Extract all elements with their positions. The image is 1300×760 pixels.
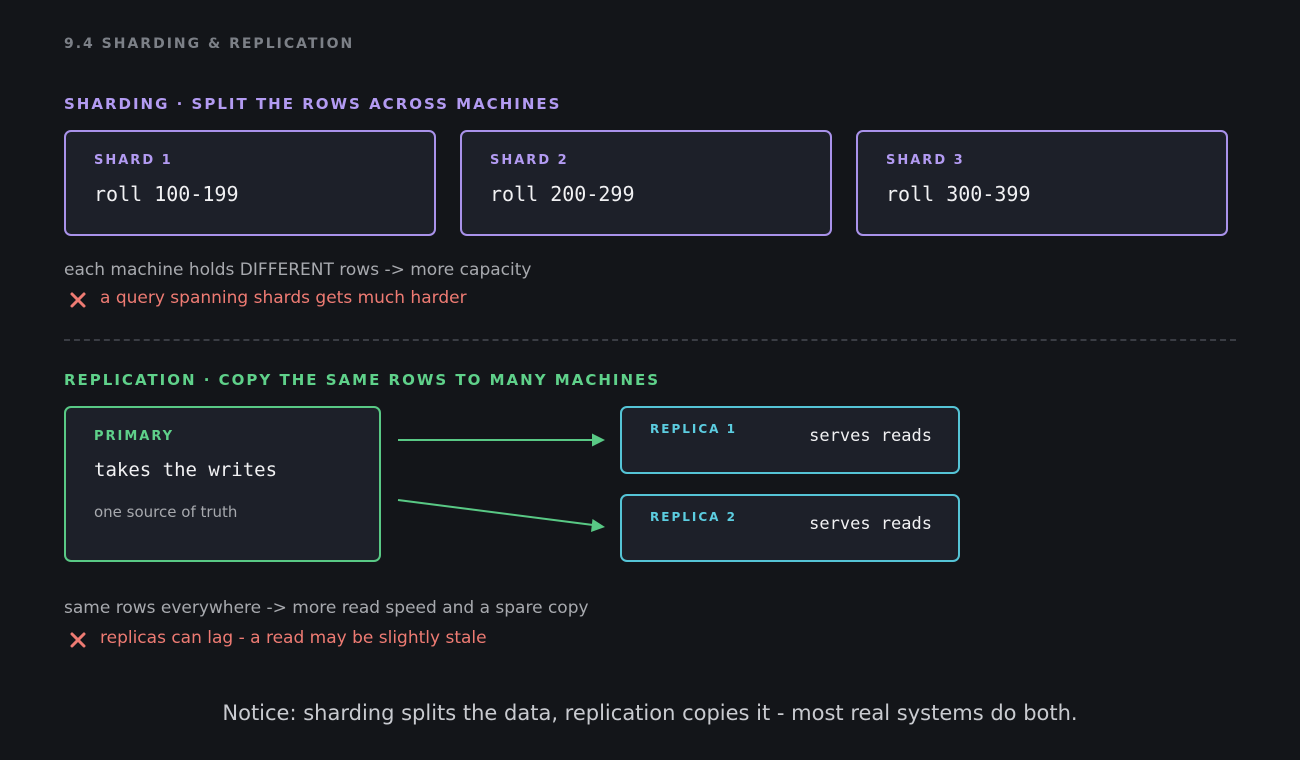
replica-1-title: REPLICA 1 — [650, 422, 737, 436]
sharding-benefit-note: each machine holds DIFFERENT rows -> mor… — [64, 260, 532, 280]
primary-title: PRIMARY — [94, 429, 175, 444]
shard-1-range: roll 100-199 — [94, 182, 239, 206]
footer-note: Notice: sharding splits the data, replic… — [222, 701, 1078, 725]
replication-drawback-text: replicas can lag - a read may be slightl… — [100, 628, 487, 648]
primary-subtitle: one source of truth — [94, 503, 238, 521]
primary-box: PRIMARY takes the writes one source of t… — [64, 406, 381, 562]
shard-3-range: roll 300-399 — [886, 182, 1031, 206]
shard-3-title: SHARD 3 — [886, 153, 965, 168]
page-section-label: 9.4 SHARDING & REPLICATION — [64, 36, 355, 52]
replica-1-box: REPLICA 1 serves reads — [620, 406, 960, 474]
sharding-heading: SHARDING · SPLIT THE ROWS ACROSS MACHINE… — [64, 95, 562, 113]
replication-heading: REPLICATION · COPY THE SAME ROWS TO MANY… — [64, 371, 661, 389]
replica-2-box: REPLICA 2 serves reads — [620, 494, 960, 562]
shard-2-range: roll 200-299 — [490, 182, 635, 206]
replica-1-role: serves reads — [809, 426, 932, 446]
sharding-drawback-text: a query spanning shards gets much harder — [100, 288, 467, 308]
replica-2-title: REPLICA 2 — [650, 510, 737, 524]
shard-2-box: SHARD 2 roll 200-299 — [460, 130, 832, 236]
shard-1-title: SHARD 1 — [94, 153, 173, 168]
x-mark-icon — [70, 632, 86, 648]
shard-2-title: SHARD 2 — [490, 153, 569, 168]
arrow-to-replica-1-icon — [398, 433, 605, 447]
x-mark-icon — [70, 292, 86, 308]
arrow-to-replica-2-icon — [397, 499, 605, 532]
shard-3-box: SHARD 3 roll 300-399 — [856, 130, 1228, 236]
replication-benefit-note: same rows everywhere -> more read speed … — [64, 598, 589, 618]
shard-1-box: SHARD 1 roll 100-199 — [64, 130, 436, 236]
primary-role: takes the writes — [94, 459, 278, 481]
section-divider — [64, 339, 1236, 341]
replica-2-role: serves reads — [809, 514, 932, 534]
